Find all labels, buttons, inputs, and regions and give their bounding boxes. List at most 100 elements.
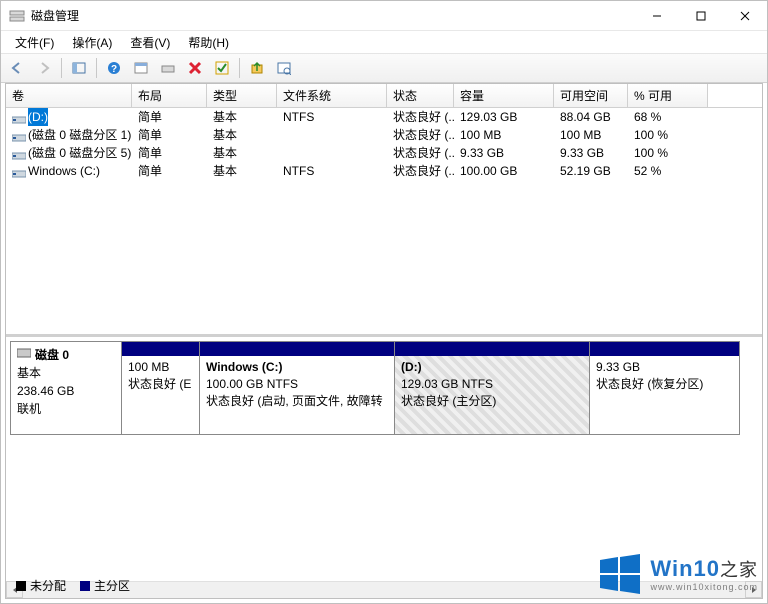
disk-online: 联机 [17,400,115,418]
legend-swatch-unallocated [16,581,26,591]
col-filesystem[interactable]: 文件系统 [277,84,387,107]
volume-name: (磁盘 0 磁盘分区 5) [28,144,131,162]
col-type[interactable]: 类型 [207,84,277,107]
partition-size: 9.33 GB [596,359,733,376]
volume-free: 9.33 GB [554,144,628,162]
disk-number: 磁盘 0 [35,346,69,364]
volume-row[interactable]: (D:) 简单基本NTFS状态良好 (...129.03 GB88.04 GB68… [6,108,762,126]
volume-type: 基本 [207,108,277,126]
volume-type: 基本 [207,126,277,144]
volume-layout: 简单 [132,144,207,162]
check-icon[interactable] [210,56,234,80]
menu-view[interactable]: 查看(V) [122,32,178,53]
volume-percent: 52 % [628,162,708,180]
legend-primary: 主分区 [94,577,130,594]
legend: 未分配 主分区 [16,577,130,594]
volume-icon [12,130,24,140]
volume-status: 状态良好 (... [387,108,454,126]
watermark-suffix: 之家 [720,560,758,580]
forward-button[interactable] [32,56,56,80]
toolbar-separator [61,58,62,78]
minimize-button[interactable] [635,1,679,30]
volume-free: 88.04 GB [554,108,628,126]
partition-size: 129.03 GB NTFS [401,376,583,393]
toolbar: ? [1,53,767,83]
volume-layout: 简单 [132,108,207,126]
volume-name: (D:) [28,108,48,126]
partition-status: 状态良好 (主分区) [401,393,583,410]
toolbar-button[interactable] [129,56,153,80]
col-percent[interactable]: % 可用 [628,84,708,107]
partition[interactable]: (D:)129.03 GB NTFS状态良好 (主分区) [395,341,590,435]
volume-percent: 68 % [628,108,708,126]
partition-status: 状态良好 (E [128,376,193,393]
col-free[interactable]: 可用空间 [554,84,628,107]
menu-file[interactable]: 文件(F) [7,32,62,53]
volumes-list: 卷 布局 类型 文件系统 状态 容量 可用空间 % 可用 (D:)简单基本NTF… [6,84,762,334]
volume-capacity: 129.03 GB [454,108,554,126]
menu-help[interactable]: 帮助(H) [180,32,237,53]
col-status[interactable]: 状态 [387,84,454,107]
volume-layout: 简单 [132,162,207,180]
partition-label: (D:) [401,359,583,376]
partition-status: 状态良好 (恢复分区) [596,376,733,393]
disk-type: 基本 [17,364,115,382]
volume-layout: 简单 [132,126,207,144]
partition-label: Windows (C:) [206,359,388,376]
partition-header [200,342,394,356]
partition-header [122,342,199,356]
menu-action[interactable]: 操作(A) [64,32,120,53]
volume-capacity: 9.33 GB [454,144,554,162]
partition-status: 状态良好 (启动, 页面文件, 故障转 [206,393,388,410]
volume-free: 100 MB [554,126,628,144]
partition[interactable]: Windows (C:)100.00 GB NTFS状态良好 (启动, 页面文件… [200,341,395,435]
volume-type: 基本 [207,144,277,162]
volume-icon [12,112,24,122]
volume-free: 52.19 GB [554,162,628,180]
partition[interactable]: 100 MB状态良好 (E [122,341,200,435]
maximize-button[interactable] [679,1,723,30]
windows-logo-icon [598,552,642,596]
volume-fs [277,144,387,162]
volume-fs: NTFS [277,108,387,126]
close-button[interactable] [723,1,767,30]
menubar: 文件(F) 操作(A) 查看(V) 帮助(H) [1,31,767,53]
toolbar-button[interactable] [245,56,269,80]
disk-info[interactable]: 磁盘 0 基本 238.46 GB 联机 [10,341,122,435]
partition[interactable]: 9.33 GB状态良好 (恢复分区) [590,341,740,435]
properties-icon[interactable] [272,56,296,80]
titlebar: 磁盘管理 [1,1,767,31]
volume-icon [12,148,24,158]
help-icon[interactable]: ? [102,56,126,80]
col-capacity[interactable]: 容量 [454,84,554,107]
toolbar-separator [96,58,97,78]
col-volume[interactable]: 卷 [6,84,132,107]
back-button[interactable] [5,56,29,80]
volume-row[interactable]: Windows (C:)简单基本NTFS状态良好 (...100.00 GB52… [6,162,762,180]
toolbar-button[interactable] [156,56,180,80]
partition-size: 100.00 GB NTFS [206,376,388,393]
legend-swatch-primary [80,581,90,591]
partition-header [590,342,739,356]
toolbar-separator [239,58,240,78]
volume-icon [12,166,24,176]
show-hide-button[interactable] [67,56,91,80]
content-pane: 卷 布局 类型 文件系统 状态 容量 可用空间 % 可用 (D:)简单基本NTF… [5,83,763,599]
volume-capacity: 100.00 GB [454,162,554,180]
volume-name: (磁盘 0 磁盘分区 1) [28,126,131,144]
window-title: 磁盘管理 [31,7,635,24]
volume-row[interactable]: (磁盘 0 磁盘分区 1)简单基本状态良好 (...100 MB100 MB10… [6,126,762,144]
disk-size: 238.46 GB [17,382,115,400]
watermark-url: www.win10xitong.com [650,582,758,592]
disk-row: 磁盘 0 基本 238.46 GB 联机 100 MB状态良好 (EWindow… [10,341,758,435]
delete-icon[interactable] [183,56,207,80]
volume-status: 状态良好 (... [387,144,454,162]
volume-name: Windows (C:) [28,162,100,180]
svg-text:?: ? [111,64,117,75]
disk-icon [17,346,31,364]
col-layout[interactable]: 布局 [132,84,207,107]
volume-type: 基本 [207,162,277,180]
volume-row[interactable]: (磁盘 0 磁盘分区 5)简单基本状态良好 (...9.33 GB9.33 GB… [6,144,762,162]
partition-header [395,342,589,356]
volume-percent: 100 % [628,144,708,162]
